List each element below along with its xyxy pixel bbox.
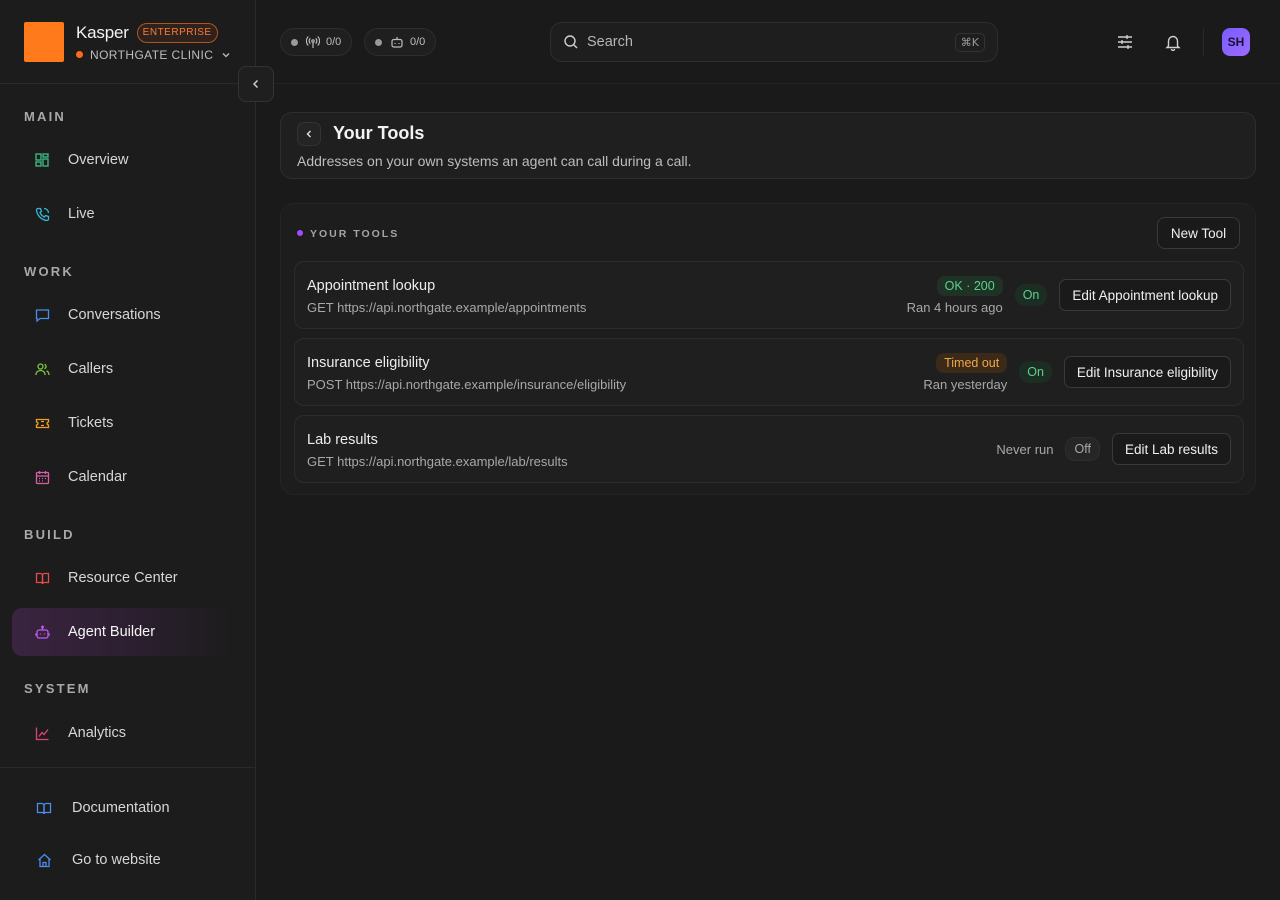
bot-icon	[34, 624, 50, 640]
book-icon	[34, 570, 50, 586]
chart-icon	[34, 725, 50, 741]
enabled-toggle[interactable]: On	[1019, 361, 1052, 383]
sliders-icon	[1118, 35, 1132, 49]
edit-tool-button[interactable]: Edit Lab results	[1111, 433, 1231, 465]
chevron-left-icon	[306, 130, 311, 138]
sidebar-item-live[interactable]: Live	[12, 190, 234, 238]
tools-panel-heading: YOUR TOOLS	[310, 228, 400, 240]
sidebar-item-label: Callers	[68, 361, 114, 377]
sidebar-item-resource-center[interactable]: Resource Center	[12, 554, 234, 602]
agents-status[interactable]: 0/0	[364, 28, 437, 56]
footer-item-documentation[interactable]: Documentation	[36, 796, 170, 820]
footer-item-label: Documentation	[72, 800, 170, 816]
org-status-dot	[76, 51, 83, 58]
agents-count: 0/0	[410, 36, 426, 48]
footer-item-go-to-website[interactable]: Go to website	[36, 848, 161, 872]
sidebar-item-label: Calendar	[68, 469, 127, 485]
grid-icon	[34, 152, 50, 168]
filters-button[interactable]	[1113, 30, 1137, 54]
new-tool-button[interactable]: New Tool	[1157, 217, 1240, 249]
chevron-left-icon	[252, 79, 259, 89]
users-icon	[34, 361, 50, 377]
section-label-system: SYSTEM	[24, 681, 91, 696]
sidebar-item-analytics[interactable]: Analytics	[12, 709, 234, 757]
footer-item-label: Go to website	[72, 852, 161, 868]
org-name: NORTHGATE CLINIC	[90, 47, 214, 62]
tool-url: GET https://api.northgate.example/appoin…	[307, 300, 587, 315]
bell-icon	[1165, 35, 1181, 51]
tool-name: Insurance eligibility	[307, 355, 430, 371]
last-run-text: Never run	[996, 441, 1054, 457]
section-label-work: WORK	[24, 264, 74, 279]
brand-logo	[24, 22, 64, 62]
tool-name: Appointment lookup	[307, 278, 436, 294]
divider	[0, 767, 256, 768]
sidebar-item-calendar[interactable]: Calendar	[12, 453, 234, 501]
plan-badge: ENTERPRISE	[136, 22, 218, 43]
collapse-sidebar-button[interactable]	[238, 66, 274, 102]
divider	[0, 83, 256, 84]
antenna-icon	[306, 35, 320, 49]
phone-icon	[34, 206, 50, 222]
avatar[interactable]: SH	[1222, 28, 1250, 56]
status-dot	[375, 38, 382, 46]
chevron-down-icon	[222, 52, 230, 57]
last-run-text: Ran 4 hours ago	[906, 299, 1003, 315]
page-subtitle: Addresses on your own systems an agent c…	[297, 153, 692, 169]
sidebar-item-label: Conversations	[68, 307, 161, 323]
search-icon	[564, 35, 578, 49]
live-calls-count: 0/0	[326, 36, 342, 48]
brand-name: Kasper	[76, 22, 129, 42]
status-badge: OK · 200	[936, 275, 1003, 296]
notifications-button[interactable]	[1161, 30, 1185, 54]
search-input[interactable]	[587, 34, 955, 50]
page-header: Your Tools Addresses on your own systems…	[280, 112, 1256, 179]
tool-name: Lab results	[307, 432, 378, 448]
org-switcher[interactable]: NORTHGATE CLINIC	[76, 48, 231, 62]
page-title: Your Tools	[333, 123, 425, 143]
sidebar-item-tickets[interactable]: Tickets	[12, 399, 234, 447]
tool-url: GET https://api.northgate.example/lab/re…	[307, 454, 568, 469]
sidebar-item-label: Agent Builder	[68, 624, 156, 640]
status-badge: Timed out	[936, 352, 1008, 373]
enabled-toggle[interactable]: On	[1014, 284, 1048, 306]
tool-row-insurance-eligibility: Insurance eligibility POST https://api.n…	[294, 338, 1244, 406]
calendar-icon	[34, 469, 50, 485]
enabled-toggle[interactable]: Off	[1065, 437, 1100, 461]
chat-icon	[34, 307, 50, 323]
tools-panel: YOUR TOOLS New Tool Appointment lookup G…	[280, 203, 1256, 495]
ticket-icon	[34, 415, 50, 431]
live-calls-status[interactable]: 0/0	[280, 28, 353, 56]
tool-row-lab-results: Lab results GET https://api.northgate.ex…	[294, 415, 1244, 483]
sidebar-item-overview[interactable]: Overview	[12, 136, 234, 184]
sidebar-item-label: Analytics	[68, 725, 127, 741]
sidebar-item-label: Resource Center	[68, 570, 178, 586]
section-dot	[297, 230, 303, 236]
sidebar-item-label: Live	[68, 206, 95, 222]
sidebar-item-agent-builder[interactable]: Agent Builder	[12, 608, 234, 656]
tool-url: POST https://api.northgate.example/insur…	[307, 377, 627, 392]
divider	[1203, 28, 1204, 56]
status-dot	[291, 38, 298, 46]
back-button[interactable]	[297, 122, 321, 146]
sidebar-item-label: Tickets	[68, 415, 114, 431]
tool-row-appointment-lookup: Appointment lookup GET https://api.north…	[294, 261, 1244, 329]
sidebar-item-label: Overview	[68, 152, 129, 168]
section-label-main: MAIN	[24, 109, 67, 124]
home-icon	[36, 852, 52, 868]
edit-tool-button[interactable]: Edit Insurance eligibility	[1063, 356, 1231, 388]
sidebar-item-conversations[interactable]: Conversations	[12, 291, 234, 339]
sidebar-item-callers[interactable]: Callers	[12, 345, 234, 393]
sidebar: Kasper ENTERPRISE NORTHGATE CLINIC MAIN …	[0, 0, 256, 900]
search-bar[interactable]: ⌘K	[550, 22, 998, 62]
search-shortcut: ⌘K	[954, 32, 985, 52]
edit-tool-button[interactable]: Edit Appointment lookup	[1059, 279, 1231, 311]
last-run-text: Ran yesterday	[923, 376, 1008, 392]
bot-icon	[390, 35, 404, 49]
book-open-icon	[36, 800, 52, 816]
section-label-build: BUILD	[24, 527, 75, 542]
divider	[256, 83, 1280, 84]
brand[interactable]: Kasper ENTERPRISE NORTHGATE CLINIC	[24, 22, 231, 62]
